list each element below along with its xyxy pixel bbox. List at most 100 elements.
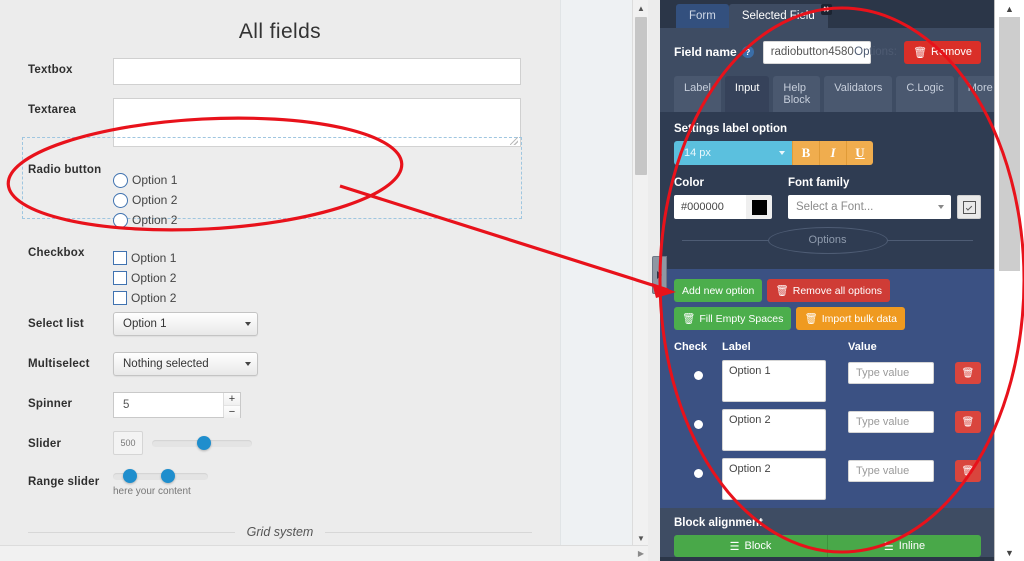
options-table-header: Check Label Value bbox=[674, 341, 981, 353]
panel-content: Form Selected Field ✖ Field name ? radio… bbox=[660, 0, 1003, 561]
remove-all-options-button[interactable]: 🗑 Remove all options bbox=[767, 279, 891, 302]
option-check-cell[interactable] bbox=[674, 360, 722, 380]
table-row: Option 2 Type value 🗑 bbox=[674, 458, 981, 500]
slider-handle[interactable] bbox=[197, 435, 211, 450]
bold-button[interactable]: B bbox=[792, 141, 819, 165]
option-check-cell[interactable] bbox=[674, 458, 722, 478]
scroll-thumb[interactable] bbox=[635, 17, 647, 175]
radio-icon[interactable] bbox=[113, 212, 128, 228]
add-new-option-button[interactable]: Add new option bbox=[674, 279, 763, 302]
slider-value-badge: 500 bbox=[113, 431, 143, 455]
scroll-thumb[interactable] bbox=[999, 17, 1020, 271]
trash-icon: 🗑 bbox=[913, 46, 928, 59]
option-value-input[interactable]: Type value bbox=[848, 362, 934, 384]
scroll-down-arrow-icon[interactable]: ▼ bbox=[633, 530, 648, 546]
spinner-decrement-button[interactable]: − bbox=[224, 406, 240, 418]
spinner-control[interactable]: 5 + − bbox=[113, 392, 241, 418]
subtab-label[interactable]: Label bbox=[674, 76, 721, 112]
checkbox-option[interactable]: Option 2 bbox=[113, 288, 560, 308]
delete-option-button[interactable]: 🗑 bbox=[955, 411, 981, 433]
remove-button[interactable]: 🗑 Remove bbox=[904, 40, 981, 64]
field-label-range-slider: Range slider bbox=[28, 476, 100, 488]
option-label-textarea[interactable]: Option 2 bbox=[722, 409, 826, 451]
scroll-down-arrow-icon[interactable]: ▼ bbox=[995, 544, 1024, 561]
settings-label-option-section: Settings label option 14 px B I U Color bbox=[660, 112, 995, 269]
tab-form[interactable]: Form bbox=[676, 4, 729, 28]
question-mark-icon[interactable]: ? bbox=[741, 46, 754, 58]
form-pane-vertical-scrollbar[interactable]: ▲ ▼ bbox=[632, 0, 648, 546]
panel-body: Field name ? radiobutton4580 Options: 🗑 … bbox=[660, 28, 1003, 557]
option-value-cell: Type value bbox=[826, 458, 941, 482]
option-value-input[interactable]: Type value bbox=[848, 411, 934, 433]
options-section: Add new option 🗑 Remove all options 🗑 Fi… bbox=[660, 269, 995, 508]
checkbox-icon[interactable] bbox=[113, 291, 127, 305]
underline-button[interactable]: U bbox=[846, 141, 873, 165]
remove-button-label: Remove bbox=[931, 46, 972, 58]
radio-option[interactable]: Option 1 bbox=[113, 170, 560, 190]
field-name-row: Field name ? radiobutton4580 Options: 🗑 … bbox=[674, 37, 981, 67]
range-slider-handle-high[interactable] bbox=[161, 469, 175, 483]
import-bulk-data-button[interactable]: 🗑 Import bulk data bbox=[796, 307, 906, 330]
option-check-cell[interactable] bbox=[674, 409, 722, 429]
trash-icon: 🗑 bbox=[775, 285, 789, 297]
spinner-value[interactable]: 5 bbox=[114, 393, 223, 417]
add-new-option-label: Add new option bbox=[682, 284, 755, 297]
range-slider-handle-low[interactable] bbox=[123, 469, 137, 483]
color-control: #000000 bbox=[674, 195, 772, 219]
slider-track[interactable] bbox=[152, 435, 252, 450]
trash-icon: 🗑 bbox=[804, 313, 818, 325]
panel-vertical-scrollbar[interactable]: ▲ ▼ bbox=[994, 0, 1024, 561]
form-pane-horizontal-scrollbar[interactable]: ▶ bbox=[0, 545, 648, 561]
subtab-input[interactable]: Input bbox=[724, 76, 770, 112]
color-hex-input[interactable]: #000000 bbox=[674, 195, 746, 219]
block-alignment-inline-label: Inline bbox=[898, 540, 926, 552]
option-label-textarea[interactable]: Option 2 bbox=[722, 458, 826, 500]
range-slider-track[interactable] bbox=[113, 469, 208, 483]
subtab-validators[interactable]: Validators bbox=[824, 76, 893, 112]
radio-icon[interactable] bbox=[693, 469, 703, 478]
radio-icon[interactable] bbox=[693, 420, 703, 429]
scroll-right-arrow-icon[interactable]: ▶ bbox=[634, 546, 648, 561]
subtab-clogic[interactable]: C.Logic bbox=[896, 76, 954, 112]
tab-selected-field[interactable]: Selected Field ✖ bbox=[728, 4, 832, 28]
block-alignment-block-button[interactable]: ☰ Block bbox=[674, 535, 827, 557]
scroll-up-arrow-icon[interactable]: ▲ bbox=[633, 0, 648, 16]
subtab-help-block[interactable]: Help Block bbox=[773, 76, 821, 112]
checkbox-option[interactable]: Option 1 bbox=[113, 248, 560, 268]
textbox-input[interactable] bbox=[113, 58, 521, 85]
block-alignment-inline-button[interactable]: ☰ Inline bbox=[827, 535, 981, 557]
color-swatch-button[interactable] bbox=[746, 195, 772, 219]
panel-collapse-handle[interactable] bbox=[652, 256, 667, 294]
fill-empty-spaces-button[interactable]: 🗑 Fill Empty Spaces bbox=[674, 307, 792, 330]
option-value-input[interactable]: Type value bbox=[848, 460, 934, 482]
font-family-dropdown[interactable]: Select a Font... bbox=[788, 195, 951, 219]
close-icon[interactable]: ✖ bbox=[820, 4, 832, 15]
select-list-dropdown[interactable]: Option 1 bbox=[113, 312, 258, 336]
color-chip bbox=[751, 199, 767, 215]
option-label-textarea[interactable]: Option 1 bbox=[722, 360, 826, 402]
checkbox-option[interactable]: Option 2 bbox=[113, 268, 560, 288]
spinner-increment-button[interactable]: + bbox=[224, 393, 240, 406]
checkbox-icon[interactable] bbox=[113, 251, 127, 265]
page-title: All fields bbox=[238, 20, 322, 43]
font-style-toolbar: 14 px B I U bbox=[674, 141, 981, 165]
checkbox-icon[interactable] bbox=[113, 271, 127, 285]
field-radio-button[interactable]: Radio button Option 1 Option 2 Option 2 bbox=[0, 156, 560, 244]
font-size-dropdown[interactable]: 14 px bbox=[674, 141, 792, 165]
multiselect-value: Nothing selected bbox=[123, 358, 209, 370]
scroll-up-arrow-icon[interactable]: ▲ bbox=[995, 0, 1024, 17]
radio-option[interactable]: Option 2 bbox=[113, 210, 560, 230]
delete-option-button[interactable]: 🗑 bbox=[955, 460, 981, 482]
radio-option[interactable]: Option 2 bbox=[113, 190, 560, 210]
radio-icon[interactable] bbox=[113, 192, 128, 208]
radio-icon[interactable] bbox=[693, 371, 703, 380]
option-delete-cell: 🗑 bbox=[941, 360, 981, 384]
delete-option-button[interactable]: 🗑 bbox=[955, 362, 981, 384]
italic-button[interactable]: I bbox=[819, 141, 846, 165]
form-canvas: All fields Textbox Textarea Radio button bbox=[0, 4, 560, 561]
color-label: Color bbox=[674, 177, 705, 189]
multiselect-dropdown[interactable]: Nothing selected bbox=[113, 352, 258, 376]
field-range-slider: Range slider here your content bbox=[0, 469, 560, 513]
font-family-toggle-button[interactable] bbox=[957, 195, 981, 219]
radio-icon[interactable] bbox=[113, 172, 128, 188]
